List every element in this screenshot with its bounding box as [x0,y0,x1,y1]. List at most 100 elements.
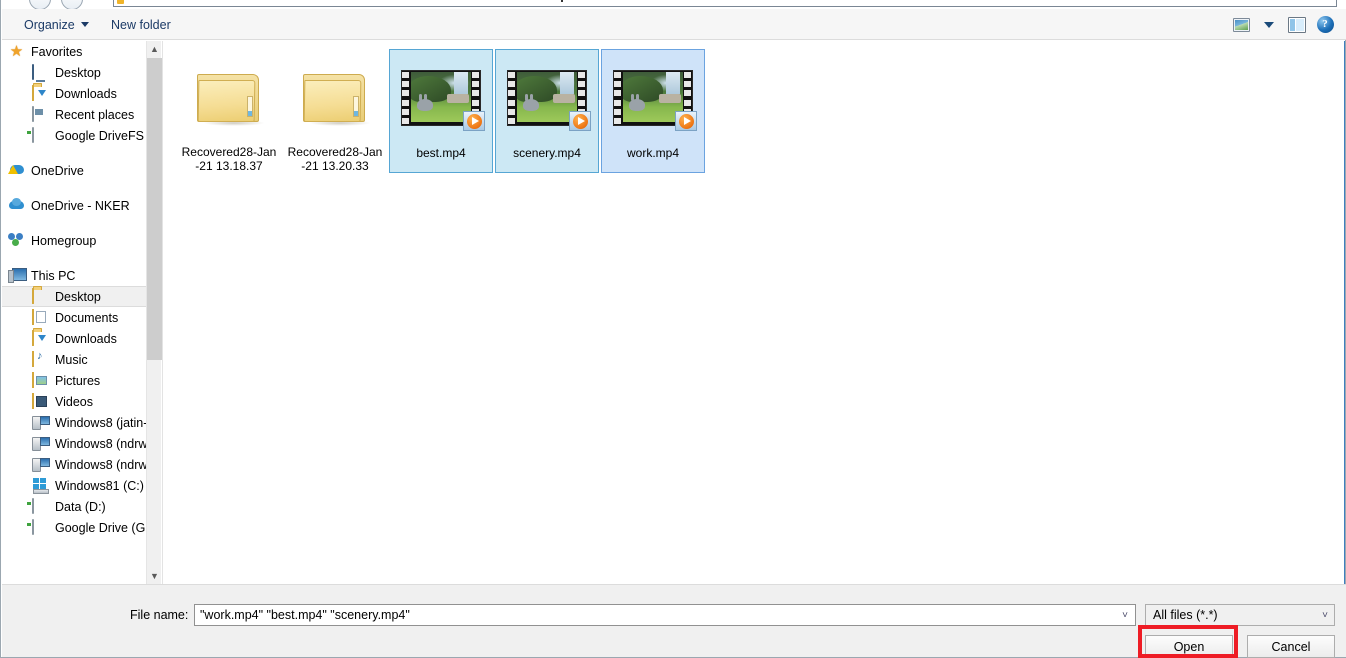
item-label: work.mp4 [626,146,679,160]
play-badge-icon [463,111,485,131]
pictures-folder-icon [32,371,34,388]
open-button-label: Open [1173,639,1205,654]
sidebar-item-downloads[interactable]: Downloads [2,328,147,349]
list-item[interactable]: work.mp4 [601,49,705,173]
list-item[interactable]: scenery.mp4 [495,49,599,173]
sidebar-group-favorites[interactable]: ★ Favorites [2,41,147,62]
sidebar-label: Google Drive (G:) [55,520,147,535]
sidebar-group-this-pc[interactable]: This PC [2,265,147,286]
sidebar-item-google-drive-g[interactable]: Google Drive (G:) [2,517,147,538]
item-thumbnail [390,50,492,146]
sidebar-item-downloads-fav[interactable]: Downloads [2,83,147,104]
forward-button[interactable] [61,0,83,9]
file-name-label: File name: [130,608,189,622]
sidebar-item-videos[interactable]: Videos [2,391,147,412]
open-button[interactable]: Open [1145,635,1233,658]
chevron-down-icon [1264,21,1274,28]
address-bar-input[interactable] [113,0,1337,7]
sidebar-label: Homegroup [31,233,97,248]
sidebar-label: Recent places [55,107,135,122]
list-item[interactable]: Recovered28-Jan -21 13.20.33 [283,49,387,173]
toolbar-icon-group: ? [1230,9,1336,40]
new-folder-button[interactable]: New folder [102,9,180,40]
sidebar-item-windows8-jatin[interactable]: Windows8 (jatin- [2,412,147,433]
monitor-icon [32,63,34,80]
sidebar-label: Windows81 (C:) [55,478,144,493]
documents-folder-icon [32,308,34,325]
sidebar-item-music[interactable]: Music [2,349,147,370]
address-bar-caret [561,0,563,2]
view-mode-dropdown-button[interactable] [1258,14,1280,36]
file-name-input[interactable] [195,605,1115,625]
item-thumbnail [177,49,281,145]
sidebar-item-windows81-c[interactable]: Windows81 (C:) [2,475,147,496]
navigation-sidebar[interactable]: ★ Favorites Desktop Downloads Recent pla… [2,41,147,584]
address-bar-folder-icon [117,0,124,4]
pane-right-border [1344,41,1345,584]
chevron-down-icon [80,22,89,27]
recent-places-icon [32,105,34,122]
preview-pane-icon [1288,16,1306,33]
chevron-down-icon[interactable]: ˅ [1115,605,1135,625]
scrollbar-thumb[interactable] [147,58,162,360]
file-list-pane[interactable]: Recovered28-Jan -21 13.18.37 Recovered28… [162,41,1345,584]
sidebar-label: Data (D:) [55,499,106,514]
sidebar-group-homegroup[interactable]: Homegroup [2,230,147,251]
sidebar-item-recent-places[interactable]: Recent places [2,104,147,125]
item-label: Recovered28-Jan -21 13.20.33 [287,145,383,173]
file-name-combobox[interactable]: ˅ [194,604,1136,626]
sidebar-item-google-drivefs[interactable]: Google DriveFS [2,125,147,146]
sidebar-label: OneDrive - NKER [31,198,130,213]
item-thumbnail [496,50,598,146]
scroll-up-icon[interactable]: ▲ [147,41,162,57]
videos-folder-icon [32,392,34,409]
dialog-footer: File name: ˅ All files (*.*) ˅ Open Canc… [2,584,1346,658]
star-icon: ★ [9,42,24,60]
help-button[interactable]: ? [1314,14,1336,36]
desktop-folder-icon [32,287,34,304]
sidebar-item-data-d[interactable]: Data (D:) [2,496,147,517]
sidebar-item-windows8-ndrw-1[interactable]: Windows8 (ndrw [2,433,147,454]
video-thumbnail-icon [613,70,697,131]
back-button[interactable] [29,0,51,9]
sidebar-item-desktop-fav[interactable]: Desktop [2,62,147,83]
item-label: best.mp4 [416,146,466,160]
sidebar-scrollbar[interactable]: ▲ ▼ [146,41,162,584]
list-item[interactable]: best.mp4 [389,49,493,173]
play-badge-icon [675,111,697,131]
sidebar-item-desktop[interactable]: Desktop [2,286,147,307]
preview-pane-button[interactable] [1286,14,1308,36]
sidebar-label: Desktop [55,289,101,304]
sidebar-item-windows8-ndrw-2[interactable]: Windows8 (ndrw [2,454,147,475]
drive-icon [32,126,34,143]
help-icon: ? [1316,16,1334,33]
sidebar-label: Videos [55,394,93,409]
scroll-down-icon[interactable]: ▼ [147,568,162,584]
video-thumbnail-icon [401,70,485,131]
music-folder-icon [32,350,34,367]
sidebar-label: Windows8 (jatin- [55,415,147,430]
cancel-button-label: Cancel [1271,639,1311,654]
file-open-dialog: Organize New folder ? ★ Favorites Deskto… [0,0,1346,658]
downloads-folder-icon [32,329,46,346]
list-item[interactable]: Recovered28-Jan -21 13.18.37 [177,49,281,173]
file-type-combobox[interactable]: All files (*.*) ˅ [1145,604,1335,626]
view-mode-button[interactable] [1230,14,1252,36]
navigation-tree: ★ Favorites Desktop Downloads Recent pla… [2,41,147,538]
view-mode-icon [1232,17,1250,32]
toolbar: Organize New folder ? [2,9,1346,40]
organize-button[interactable]: Organize [15,9,98,40]
sidebar-group-onedrive-nker[interactable]: OneDrive - NKER [2,195,147,216]
sidebar-item-pictures[interactable]: Pictures [2,370,147,391]
sidebar-label: Windows8 (ndrw [55,457,147,472]
sidebar-group-onedrive[interactable]: OneDrive [2,160,147,181]
sidebar-item-documents[interactable]: Documents [2,307,147,328]
sidebar-label: Documents [55,310,119,325]
sidebar-label: Google DriveFS [55,128,144,143]
sidebar-label: Downloads [55,331,117,346]
cancel-button[interactable]: Cancel [1247,635,1335,658]
